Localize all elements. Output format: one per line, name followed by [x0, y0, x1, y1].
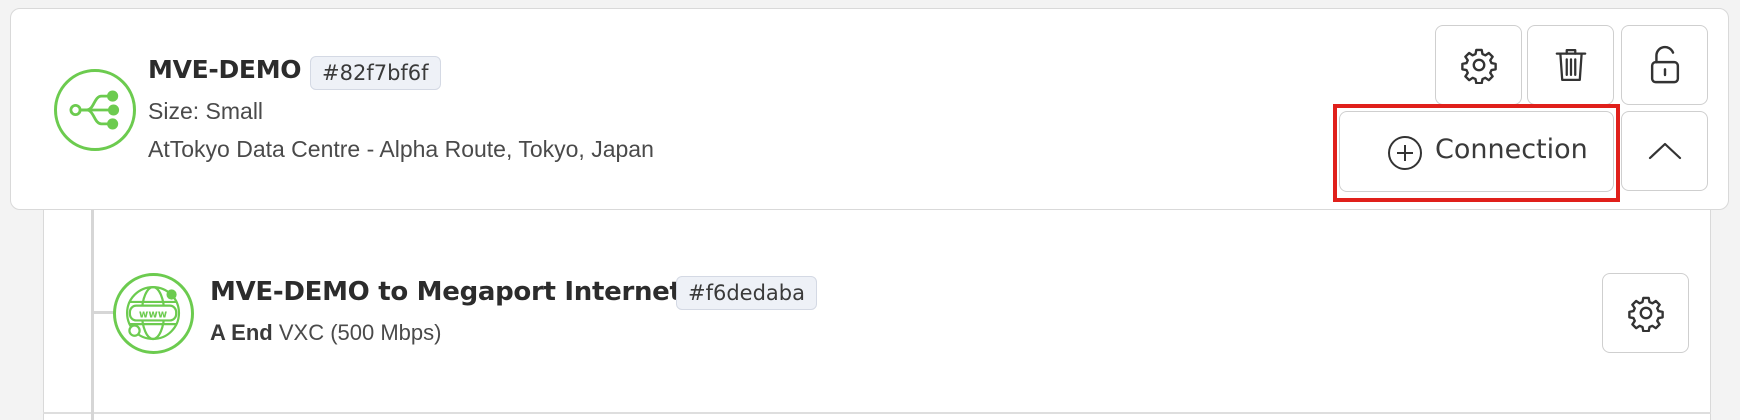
service-panel: MVE-DEMO #82f7bf6f Size: Small AtTokyo D… — [0, 0, 1740, 420]
row-divider — [43, 412, 1711, 414]
connections-panel — [43, 210, 1711, 420]
connection-detail: VXC (500 Mbps) — [278, 320, 442, 345]
connection-end-label: A End — [210, 320, 273, 345]
collapse-button[interactable] — [1621, 111, 1708, 191]
chevron-up-icon — [1648, 142, 1681, 160]
gear-icon — [1627, 296, 1664, 332]
connection-id-badge: #f6dedaba — [676, 276, 817, 310]
connection-title: MVE-DEMO to Megaport Internet — [210, 277, 682, 307]
mve-size: Size: Small — [148, 98, 264, 124]
trash-icon — [1555, 48, 1586, 82]
unlocked-padlock-icon — [1650, 45, 1679, 84]
tree-connector-horizontal — [91, 311, 114, 314]
www-globe-icon: www — [113, 273, 194, 354]
mve-title: MVE-DEMO — [148, 55, 302, 84]
mve-delete-button[interactable] — [1527, 25, 1614, 105]
mve-settings-button[interactable] — [1435, 25, 1522, 105]
mve-id-badge: #82f7bf6f — [310, 56, 441, 90]
add-connection-label: Connection — [1435, 134, 1588, 165]
svg-text:www: www — [139, 310, 168, 321]
gear-icon — [1460, 48, 1497, 84]
plus-circle-icon — [1388, 136, 1422, 170]
mve-lock-button[interactable] — [1621, 25, 1708, 105]
mve-branch-icon — [54, 69, 136, 151]
connection-subtitle: A End VXC (500 Mbps) — [210, 320, 441, 346]
add-connection-button[interactable]: Connection — [1339, 111, 1614, 192]
connection-settings-button[interactable] — [1602, 273, 1689, 353]
mve-location: AtTokyo Data Centre - Alpha Route, Tokyo… — [148, 136, 654, 162]
